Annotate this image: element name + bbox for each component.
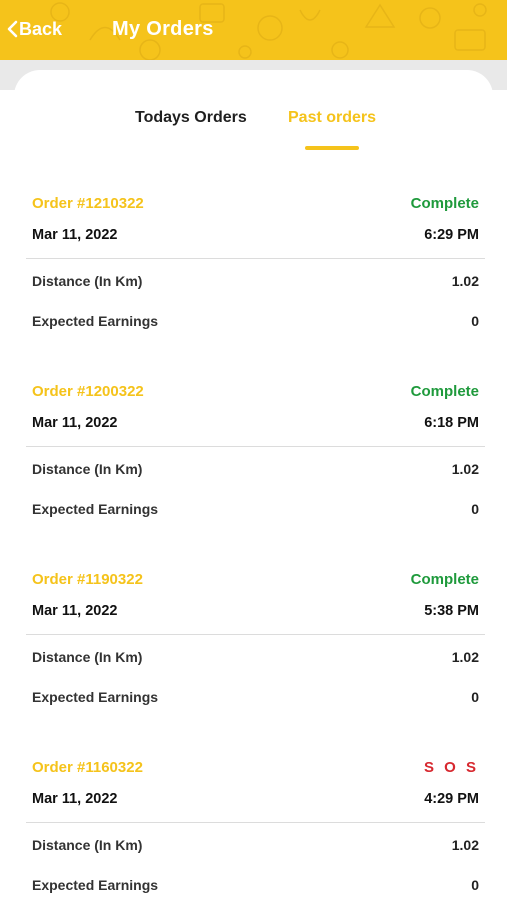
earnings-value: 0 [471,877,479,893]
order-card[interactable]: Order #1210322 Complete Mar 11, 2022 6:2… [0,0,507,329]
order-card[interactable]: Order #1200322 Complete Mar 11, 2022 6:1… [0,188,507,517]
order-card[interactable]: Order #1190322 Complete Mar 11, 2022 5:3… [0,376,507,705]
distance-label: Distance (In Km) [32,837,143,853]
distance-value: 1.02 [451,837,479,853]
order-date: Mar 11, 2022 [32,791,118,807]
divider [26,822,485,823]
order-time: 4:29 PM [424,791,479,807]
earnings-label: Expected Earnings [32,877,159,893]
order-id: Order #1160322 [32,758,143,776]
order-card[interactable]: Order #1160322 S O S Mar 11, 2022 4:29 P… [0,564,507,893]
order-status: S O S [423,758,479,776]
